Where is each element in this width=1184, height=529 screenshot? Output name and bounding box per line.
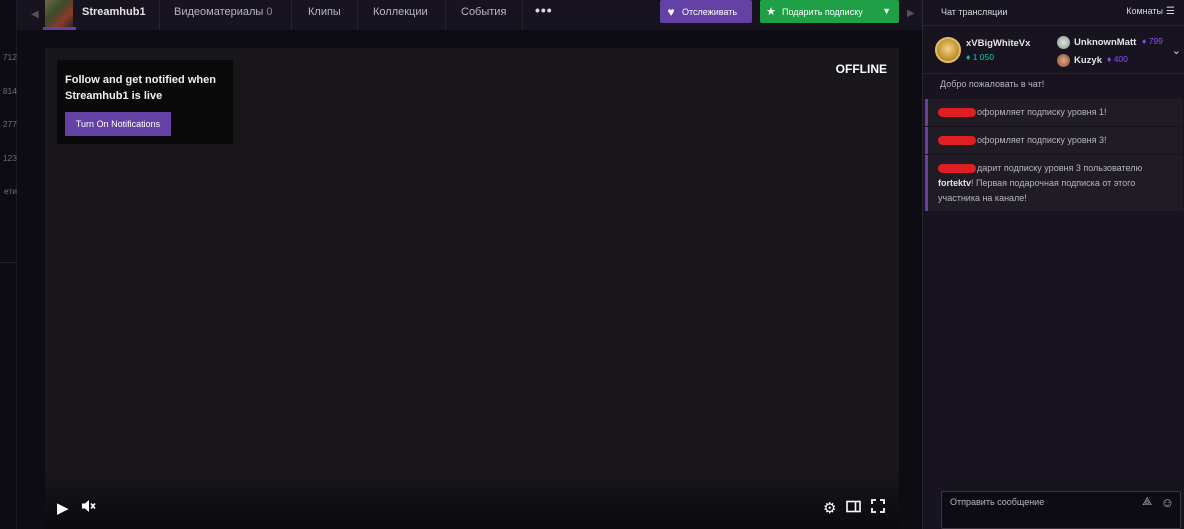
second-place-badge-icon (1057, 36, 1070, 49)
tab-divider (291, 0, 292, 30)
tab-videos-label: Видеоматериалы (174, 6, 264, 18)
leaderboard-name[interactable]: Kuzyk (1074, 55, 1102, 66)
more-menu-button[interactable]: ••• (535, 2, 553, 18)
chat-panel: Чат трансляции Комнаты ☰ xVBigWhiteVx ♦ 1… (922, 0, 1184, 529)
leaderboard-amount-value: 799 (1148, 36, 1163, 46)
offline-label: OFFLINE (835, 62, 887, 76)
bits-leaderboard: xVBigWhiteVx ♦ 1 050 UnknownMatt ♦ 799 K… (923, 32, 1184, 74)
tab-divider (522, 0, 523, 30)
chat-notice: оформляет подписку уровня 3! (925, 127, 1183, 154)
first-place-badge-icon (935, 37, 961, 63)
chevron-down-icon[interactable]: ▼ (882, 6, 891, 16)
redacted-username (938, 136, 976, 146)
channel-name[interactable]: Streamhub1 (82, 6, 146, 18)
sidebar-more-label[interactable]: ети (0, 186, 17, 196)
fullscreen-icon[interactable] (871, 499, 885, 517)
active-tab-indicator (43, 27, 76, 30)
heart-icon: ♥ (667, 4, 675, 19)
bits-icon: ♦ (1107, 54, 1114, 64)
notice-text: оформляет подписку уровня 3! (977, 135, 1107, 145)
star-icon: ★ (766, 6, 776, 18)
notification-card: Follow and get notified when Streamhub1 … (57, 60, 233, 144)
theater-mode-icon[interactable] (846, 500, 861, 517)
collapse-left-icon[interactable]: ◀ (31, 9, 39, 20)
speaker-muted-svg (82, 500, 96, 512)
leaderboard-name[interactable]: UnknownMatt (1074, 37, 1136, 48)
gift-subscription-label: Подарить подписку (782, 6, 863, 17)
video-player[interactable]: OFFLINE Follow and get notified when Str… (45, 48, 899, 529)
leaderboard-amount: ♦ 1 050 (966, 52, 994, 62)
chat-input-box[interactable]: ⟁ ☺ (941, 491, 1181, 529)
third-place-badge-icon (1057, 54, 1070, 67)
emote-picker-icon[interactable]: ☺ (1161, 495, 1174, 510)
sidebar-count: 712 (2, 52, 17, 62)
tab-videos-count: 0 (266, 6, 273, 18)
chevron-down-icon[interactable]: ⌄ (1172, 44, 1181, 57)
leaderboard-amount: ♦ 400 (1107, 54, 1128, 64)
collapse-right-icon[interactable]: ▶ (907, 8, 915, 19)
tab-videos[interactable]: Видеоматериалы 0 (174, 6, 272, 18)
sidebar-divider (0, 262, 17, 263)
play-icon[interactable]: ▶ (57, 499, 69, 517)
welcome-message: Добро пожаловать в чат! (940, 79, 1045, 89)
rooms-button[interactable]: Комнаты ☰ (1126, 6, 1175, 17)
settings-icon[interactable]: ⚙ (823, 499, 836, 517)
bits-cheer-icon[interactable]: ⟁ (1142, 496, 1152, 509)
sidebar-count: 123 (2, 153, 17, 163)
redacted-username (938, 108, 976, 118)
notification-text: Follow and get notified when Streamhub1 … (65, 74, 216, 102)
tab-collections[interactable]: Коллекции (373, 6, 428, 18)
bits-icon: ♦ (1142, 36, 1149, 46)
tab-events[interactable]: События (461, 6, 506, 18)
chat-notice: оформляет подписку уровня 1! (925, 99, 1183, 126)
rooms-label: Комнаты (1126, 6, 1164, 16)
leaderboard-amount-value: 400 (1113, 54, 1128, 64)
chat-header: Чат трансляции Комнаты ☰ (923, 0, 1184, 26)
bits-icon: ♦ (966, 52, 973, 62)
theater-svg (846, 500, 861, 513)
leaderboard-name[interactable]: xVBigWhiteVx (966, 38, 1030, 49)
chat-message-input[interactable] (950, 497, 1130, 507)
notice-text: дарит подписку уровня 3 пользователю (977, 163, 1143, 173)
follow-button[interactable]: ♥ Отслеживать (660, 0, 752, 23)
tab-clips[interactable]: Клипы (308, 6, 341, 18)
fullscreen-svg (871, 499, 885, 513)
tab-divider (445, 0, 446, 30)
mute-icon[interactable] (81, 499, 97, 517)
tab-divider (159, 0, 160, 30)
rooms-menu-icon: ☰ (1166, 6, 1175, 17)
redacted-username (938, 164, 976, 174)
leaderboard-amount: ♦ 799 (1142, 36, 1163, 46)
tab-divider (357, 0, 358, 30)
turn-on-notifications-button[interactable]: Turn On Notifications (65, 112, 171, 136)
chat-notice: дарит подписку уровня 3 пользователю for… (925, 155, 1183, 211)
channel-header: ◀ Streamhub1 Видеоматериалы 0 Клипы Колле… (17, 0, 922, 31)
sidebar-count: 814 (2, 86, 17, 96)
notice-text: оформляет подписку уровня 1! (977, 107, 1107, 117)
follow-button-label: Отслеживать (682, 6, 738, 17)
gift-subscription-button[interactable]: ★ Подарить подписку ▼ (760, 0, 899, 23)
player-controls-gradient (45, 469, 899, 529)
sidebar-count: 277 (2, 119, 17, 129)
app-root: 712 814 277 123 ети ◀ Streamhub1 Видеома… (0, 0, 1184, 529)
leaderboard-amount-value: 1 050 (972, 52, 994, 62)
gift-recipient[interactable]: fortektv (938, 178, 971, 188)
channel-avatar[interactable] (45, 0, 73, 27)
chat-title: Чат трансляции (941, 7, 1008, 17)
left-sidebar: 712 814 277 123 ети (0, 0, 17, 529)
